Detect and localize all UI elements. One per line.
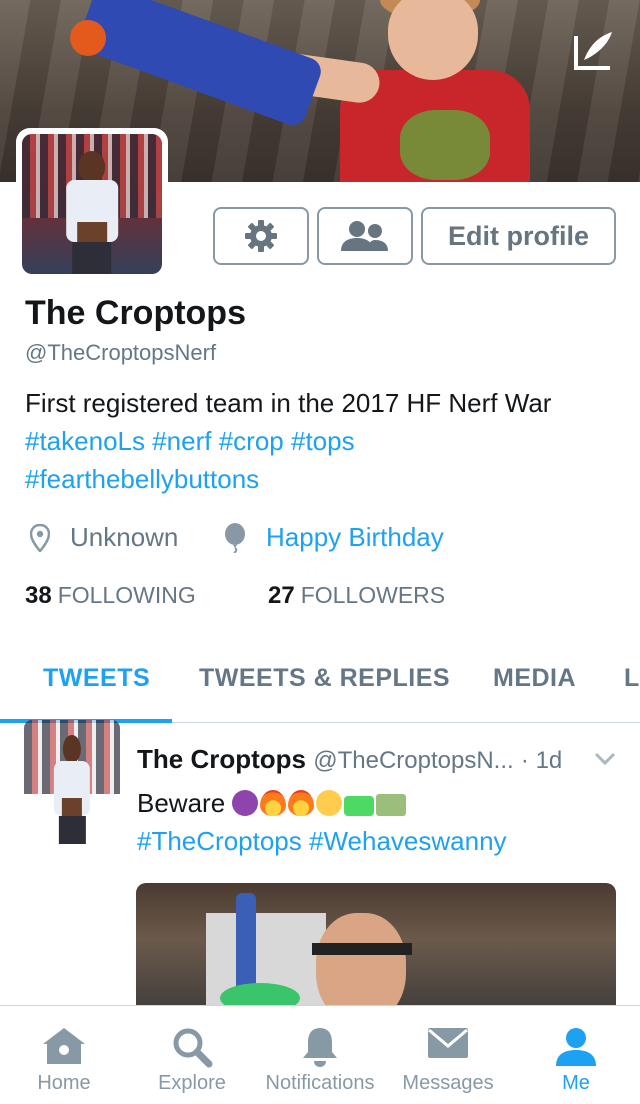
location-text: Unknown [70, 522, 179, 552]
water-pistol-emoji-icon [344, 796, 375, 816]
money-wings-emoji-icon [376, 794, 407, 816]
tab-home-label: Home [37, 1072, 91, 1094]
tab-home[interactable]: Home [0, 1006, 128, 1104]
profile-handle: @TheCroptopsNerf [25, 340, 217, 365]
bio-tags-line-1: #takenoLs #nerf #crop #tops [25, 422, 625, 460]
profile-tabs: TWEETS TWEETS & REPLIES MEDIA L [0, 640, 640, 723]
bio-text: First registered team in the 2017 HF Ner… [25, 388, 552, 418]
lists-button[interactable] [317, 207, 413, 265]
chevron-down-icon[interactable] [594, 752, 616, 766]
tweet-text: Beware #TheCroptops #Wehaveswanny [137, 784, 617, 860]
settings-button[interactable] [213, 207, 309, 265]
tab-notifications[interactable]: Notifications [256, 1006, 384, 1104]
search-icon [173, 1028, 213, 1068]
tweet-avatar[interactable] [24, 720, 120, 844]
envelope-icon [428, 1028, 468, 1058]
followers-number: 27 [268, 582, 295, 609]
balloon-icon [225, 522, 245, 553]
tweet-timestamp: · 1d [520, 747, 563, 774]
media-headband [312, 943, 412, 955]
avatar-person [51, 734, 93, 844]
rofl-emoji-icon [316, 790, 343, 816]
tab-media[interactable]: MEDIA [493, 664, 576, 693]
hashtag-link[interactable]: #nerf [152, 426, 211, 456]
tab-tweets-replies[interactable]: TWEETS & REPLIES [199, 664, 450, 693]
following-number: 38 [25, 582, 52, 609]
following-label: FOLLOWING [57, 582, 196, 608]
tab-notifications-label: Notifications [265, 1072, 375, 1094]
banner-blaster-tip [70, 20, 106, 56]
tweet-media-image[interactable] [136, 883, 616, 1023]
compose-tweet-icon[interactable] [572, 30, 616, 72]
home-icon [43, 1028, 85, 1064]
bio-tags-line-2: #fearthebellybuttons [25, 460, 625, 498]
gear-icon [245, 220, 277, 252]
tab-me-label: Me [562, 1072, 590, 1094]
edit-profile-button[interactable]: Edit profile [421, 207, 616, 265]
fire-emoji-icon [288, 790, 315, 816]
hashtag-link[interactable]: #fearthebellybuttons [25, 464, 259, 494]
followers-count[interactable]: 27 FOLLOWERS [268, 582, 445, 610]
avatar-image [22, 134, 162, 274]
avatar-head [62, 734, 82, 764]
bell-icon [303, 1028, 337, 1067]
banner-shirt-print [400, 110, 490, 180]
profile-birthday[interactable]: Happy Birthday [224, 522, 444, 553]
person-icon [556, 1028, 596, 1066]
tweet-author-handle: @TheCroptopsN... [313, 747, 514, 774]
tweet-author-name[interactable]: The Croptops [137, 744, 306, 774]
avatar-belly [61, 798, 83, 816]
profile-bio: First registered team in the 2017 HF Ner… [25, 384, 625, 498]
bottom-tab-bar: Home Explore Notifications Messages Me [0, 1005, 640, 1104]
tweet-text-line-2: #TheCroptops #Wehaveswanny [137, 822, 617, 860]
tab-me[interactable]: Me [512, 1006, 640, 1104]
smiling-devil-emoji-icon [232, 790, 259, 816]
avatar-pants [58, 815, 86, 844]
birthday-text[interactable]: Happy Birthday [266, 522, 444, 553]
profile-location: Unknown [30, 522, 178, 553]
avatar-person [61, 150, 123, 274]
hashtag-link[interactable]: #TheCroptops [137, 826, 302, 856]
hashtag-link[interactable]: #takenoLs [25, 426, 145, 456]
location-pin-icon [30, 523, 50, 552]
hashtag-link[interactable]: #tops [291, 426, 355, 456]
following-count[interactable]: 38 FOLLOWING [25, 582, 196, 610]
fire-emoji-icon [260, 790, 287, 816]
hashtag-link[interactable]: #Wehaveswanny [309, 826, 507, 856]
profile-avatar[interactable] [16, 128, 168, 280]
avatar-pants [72, 241, 112, 274]
tweet-text-line-1: Beware [137, 784, 617, 822]
tweet-header: The Croptops @TheCroptopsN... · 1d [137, 744, 562, 775]
avatar-belly [77, 222, 107, 242]
tab-explore[interactable]: Explore [128, 1006, 256, 1104]
tab-tweets[interactable]: TWEETS [43, 664, 150, 693]
tab-messages[interactable]: Messages [384, 1006, 512, 1104]
tab-likes[interactable]: L [624, 664, 640, 693]
tweet-avatar-image [24, 720, 120, 844]
tab-messages-label: Messages [402, 1072, 494, 1094]
profile-name: The Croptops [25, 294, 246, 332]
tweet-word: Beware [137, 788, 226, 818]
avatar-head [78, 150, 106, 183]
hashtag-link[interactable]: #crop [219, 426, 284, 456]
tab-explore-label: Explore [158, 1072, 226, 1094]
people-icon [341, 221, 388, 251]
followers-label: FOLLOWERS [300, 582, 446, 608]
